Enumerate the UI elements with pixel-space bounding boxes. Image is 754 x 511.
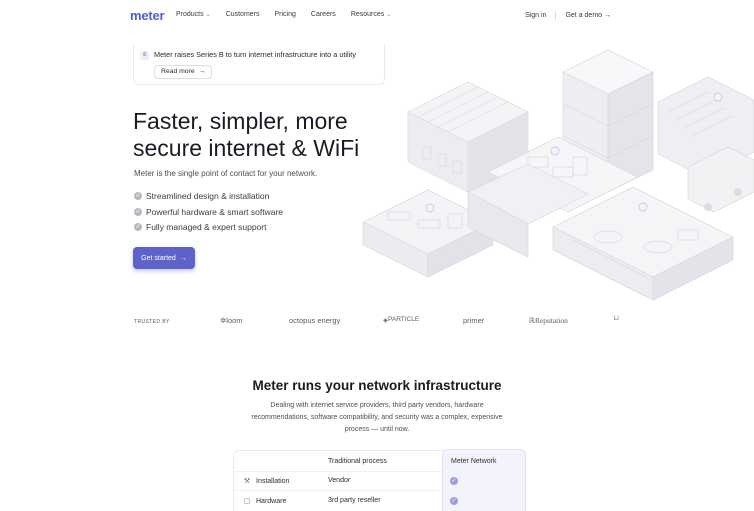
nav-link-label: Customers: [225, 11, 260, 18]
row-divider: [234, 490, 442, 491]
check-icon: ✓: [450, 497, 458, 505]
particle-logo: ◈ PARTICLE: [383, 316, 420, 324]
comparison-table: Traditional process Meter Network ⚒ Insta…: [233, 449, 526, 511]
announcement-banner: ≡ Meter raises Series B to turn internet…: [133, 45, 385, 85]
nav-links: Products ⌄ Customers Pricing Careers Reso…: [176, 11, 406, 18]
chevron-down-icon: ⌄: [386, 12, 392, 18]
arrow-right-icon: →: [179, 254, 187, 262]
meter-logo[interactable]: meter: [130, 8, 165, 23]
nav-link-label: Products: [176, 11, 204, 18]
top-nav: meter Products ⌄ Customers Pricing Career…: [0, 0, 754, 32]
hero-title-line: Faster, simpler, more: [133, 108, 348, 134]
chevron-down-icon: ⌄: [205, 12, 211, 18]
column-header-traditional: Traditional process: [328, 458, 387, 465]
reputation-logo: ℝ Reputation: [529, 316, 568, 325]
nav-link-pricing[interactable]: Pricing: [275, 11, 296, 18]
logo-text: Reputation: [534, 316, 568, 325]
wrench-icon: ⚒: [243, 478, 251, 485]
check-icon: ✓: [134, 207, 142, 216]
get-started-button[interactable]: Get started →: [133, 247, 195, 269]
feature-label: Streamlined design & installation: [146, 190, 270, 201]
arrow-right-icon: →: [604, 12, 611, 19]
table-row-label: ⚒ Installation: [243, 477, 290, 486]
loom-logo: ✲ loom: [220, 316, 243, 325]
partial-logo: Li: [614, 316, 619, 322]
check-icon: ✓: [450, 477, 458, 485]
feature-label: Powerful hardware & smart software: [146, 206, 283, 217]
table-cell-traditional: Vendor: [328, 477, 351, 484]
nav-link-label: Resources: [350, 11, 385, 18]
get-demo-label: Get a demo: [565, 12, 603, 19]
megaphone-icon: ≡: [140, 51, 149, 60]
office-network-illustration: [362, 49, 754, 301]
feature-item: ✓ Powerful hardware & smart software: [134, 204, 283, 220]
section-body: Dealing with internet service providers,…: [251, 402, 503, 433]
announcement-text: Meter raises Series B to turn internet i…: [154, 50, 356, 59]
nav-link-customers[interactable]: Customers: [226, 11, 260, 18]
hero-title: Faster, simpler, more secure internet & …: [133, 108, 393, 162]
check-icon: ✓: [134, 191, 142, 200]
read-more-button[interactable]: Read more →: [154, 65, 213, 79]
box-icon: ▢: [243, 498, 251, 505]
customer-logos: ✲ loom octopus energy ◈ PARTICLE primer …: [220, 316, 630, 328]
hero-title-line: secure internet & WiFi: [133, 135, 360, 161]
feature-item: ✓ Streamlined design & installation: [134, 188, 283, 204]
get-demo-link[interactable]: Get a demo →: [565, 12, 611, 19]
column-header-meter: Meter Network: [451, 458, 497, 465]
table-row-label: ▢ Hardware: [243, 497, 287, 506]
nav-link-label: Pricing: [274, 11, 296, 18]
read-more-label: Read more: [161, 68, 195, 75]
nav-link-careers[interactable]: Careers: [311, 11, 336, 18]
check-icon: ✓: [134, 223, 142, 232]
feature-list: ✓ Streamlined design & installation ✓ Powe…: [134, 188, 283, 235]
section-title: Meter runs your network infrastructure: [252, 378, 502, 393]
get-started-label: Get started: [141, 254, 176, 262]
nav-link-label: Careers: [310, 11, 336, 18]
primer-logo: primer: [463, 316, 485, 325]
nav-link-products[interactable]: Products ⌄: [176, 11, 211, 18]
row-label: Hardware: [256, 497, 287, 505]
feature-label: Fully managed & expert support: [146, 222, 267, 233]
table-cell-traditional: 3rd party reseller: [328, 497, 381, 504]
row-divider: [234, 471, 442, 472]
nav-divider: [555, 11, 557, 20]
nav-link-resources[interactable]: Resources ⌄: [351, 11, 392, 18]
row-label: Installation: [256, 477, 290, 485]
sign-in-link[interactable]: Sign in: [525, 12, 546, 19]
logo-text: PARTICLE: [388, 316, 420, 323]
logo-text: loom: [226, 316, 243, 325]
hero-subtitle: Meter is the single point of contact for…: [134, 169, 318, 178]
arrow-right-icon: →: [198, 68, 206, 75]
nav-actions: Sign in Get a demo →: [525, 11, 611, 20]
feature-item: ✓ Fully managed & expert support: [134, 219, 283, 235]
octopus-energy-logo: octopus energy: [289, 316, 341, 325]
trusted-by-label: TRUSTED BY: [134, 319, 170, 325]
